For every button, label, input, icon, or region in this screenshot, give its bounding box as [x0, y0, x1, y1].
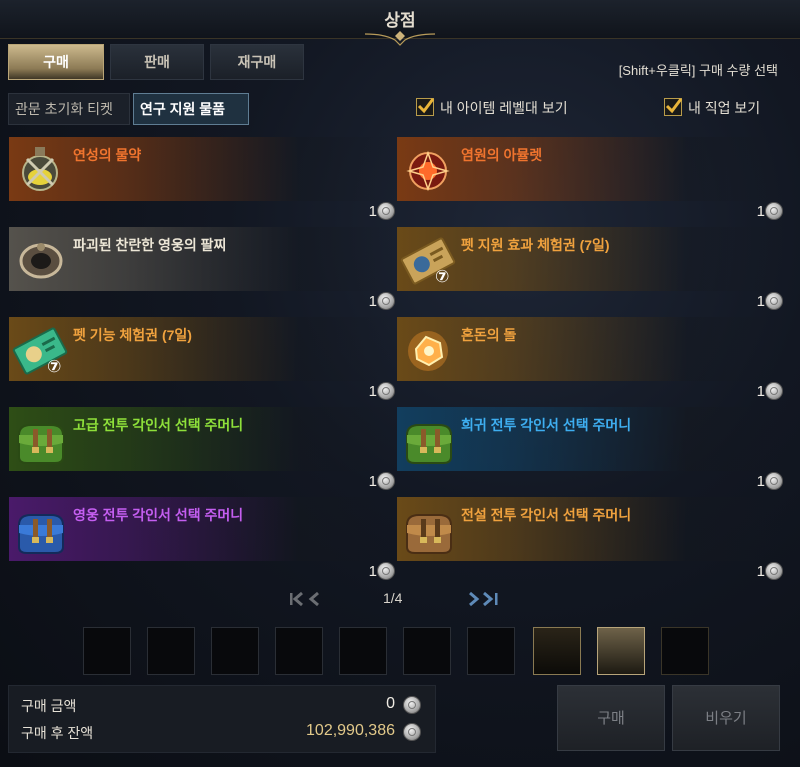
tab-sell[interactable]: 판매: [110, 44, 204, 80]
subtab-gate-reset-ticket[interactable]: 관문 초기화 티켓: [8, 93, 130, 125]
cart-slot[interactable]: [211, 627, 259, 675]
title-bar[interactable]: 상점: [0, 0, 800, 46]
item-name: 염원의 아뮬렛: [461, 147, 543, 163]
page-indicator: 1/4: [383, 590, 403, 606]
cart-slot[interactable]: [533, 627, 581, 675]
purchase-amount-value: 0: [386, 695, 395, 712]
filter-label: 내 아이템 레벨대 보기: [440, 100, 568, 116]
bracelet-icon[interactable]: [11, 229, 69, 287]
pouch-blue-icon[interactable]: [11, 499, 69, 557]
item-price: 1: [756, 563, 765, 580]
shop-item[interactable]: 영웅 전투 각인서 선택 주머니 1: [9, 497, 395, 585]
pouch-green-icon[interactable]: [399, 409, 457, 467]
last-page-icon[interactable]: [466, 590, 502, 611]
purchase-amount-label: 구매 금액: [21, 698, 77, 714]
tab-rebuy[interactable]: 재구매: [210, 44, 304, 80]
item-price: 1: [368, 203, 377, 220]
item-price: 1: [368, 563, 377, 580]
amulet-icon[interactable]: [399, 139, 457, 197]
cart-slot[interactable]: [661, 627, 709, 675]
silver-coin-icon: [403, 696, 421, 714]
item-name: 전설 전투 각인서 선택 주머니: [461, 507, 632, 523]
potion-icon[interactable]: [11, 139, 69, 197]
title-ornament-icon: [365, 31, 435, 46]
silver-coin-icon: [765, 202, 783, 220]
balance-value: 102,990,386: [306, 722, 395, 739]
first-page-icon[interactable]: [288, 590, 324, 611]
subtab-research-support[interactable]: 연구 지원 물품: [133, 93, 249, 125]
purchase-summary: 구매 금액 0 구매 후 잔액 102,990,386: [8, 685, 436, 753]
item-price: 1: [756, 293, 765, 310]
item-name: 펫 기능 체험권 (7일): [73, 327, 192, 343]
item-price: 1: [368, 293, 377, 310]
clear-button[interactable]: 비우기: [672, 685, 780, 751]
shop-item[interactable]: ⑦ 펫 지원 효과 체험권 (7일) 1: [397, 227, 783, 315]
shop-item[interactable]: 염원의 아뮬렛 1: [397, 137, 783, 225]
quantity-hint: [Shift+우클릭] 구매 수량 선택: [618, 63, 778, 78]
filter-my-item-level[interactable]: 내 아이템 레벨대 보기: [416, 96, 568, 120]
item-name: 연성의 물약: [73, 147, 142, 163]
item-name: 파괴된 찬란한 영웅의 팔찌: [73, 237, 227, 253]
silver-coin-icon: [765, 562, 783, 580]
cart-slot[interactable]: [597, 627, 645, 675]
shop-item[interactable]: 혼돈의 돌 1: [397, 317, 783, 405]
cart-slot[interactable]: [403, 627, 451, 675]
duration-badge: ⑦: [435, 267, 450, 286]
checkbox-checked-icon[interactable]: [416, 98, 435, 116]
pouch-green-icon[interactable]: [11, 409, 69, 467]
buy-button[interactable]: 구매: [557, 685, 665, 751]
item-price: 1: [756, 203, 765, 220]
duration-badge: ⑦: [47, 357, 62, 376]
item-price: 1: [368, 473, 377, 490]
cart-slot[interactable]: [275, 627, 323, 675]
silver-coin-icon: [377, 382, 395, 400]
item-name: 영웅 전투 각인서 선택 주머니: [73, 507, 244, 523]
item-name: 펫 지원 효과 체험권 (7일): [461, 237, 610, 253]
silver-coin-icon: [765, 382, 783, 400]
shop-item[interactable]: 전설 전투 각인서 선택 주머니 1: [397, 497, 783, 585]
ticket-gold-icon[interactable]: ⑦: [399, 229, 457, 287]
cart-slot[interactable]: [467, 627, 515, 675]
shop-item[interactable]: 연성의 물약 1: [9, 137, 395, 225]
item-price: 1: [756, 473, 765, 490]
item-name: 고급 전투 각인서 선택 주머니: [73, 417, 244, 433]
ticket-green-icon[interactable]: ⑦: [11, 319, 69, 377]
silver-coin-icon: [765, 292, 783, 310]
item-price: 1: [756, 383, 765, 400]
balance-label: 구매 후 잔액: [21, 725, 94, 741]
shop-item[interactable]: ⑦ 펫 기능 체험권 (7일) 1: [9, 317, 395, 405]
item-name: 희귀 전투 각인서 선택 주머니: [461, 417, 632, 433]
cart-slot[interactable]: [147, 627, 195, 675]
shop-item[interactable]: 희귀 전투 각인서 선택 주머니 1: [397, 407, 783, 495]
filter-label: 내 직업 보기: [688, 100, 761, 116]
pouch-brown-icon[interactable]: [399, 499, 457, 557]
silver-coin-icon: [377, 472, 395, 490]
cart-slot[interactable]: [339, 627, 387, 675]
silver-coin-icon: [403, 723, 421, 741]
chaos-stone-icon[interactable]: [399, 319, 457, 377]
silver-coin-icon: [765, 472, 783, 490]
tab-buy[interactable]: 구매: [8, 44, 104, 80]
shop-item[interactable]: 고급 전투 각인서 선택 주머니 1: [9, 407, 395, 495]
silver-coin-icon: [377, 292, 395, 310]
checkbox-checked-icon[interactable]: [664, 98, 683, 116]
cart-slot[interactable]: [83, 627, 131, 675]
window-title: 상점: [384, 11, 416, 30]
shop-item[interactable]: 파괴된 찬란한 영웅의 팔찌 1: [9, 227, 395, 315]
filter-my-class[interactable]: 내 직업 보기: [664, 96, 760, 120]
item-price: 1: [368, 383, 377, 400]
silver-coin-icon: [377, 202, 395, 220]
silver-coin-icon: [377, 562, 395, 580]
item-name: 혼돈의 돌: [461, 327, 517, 343]
